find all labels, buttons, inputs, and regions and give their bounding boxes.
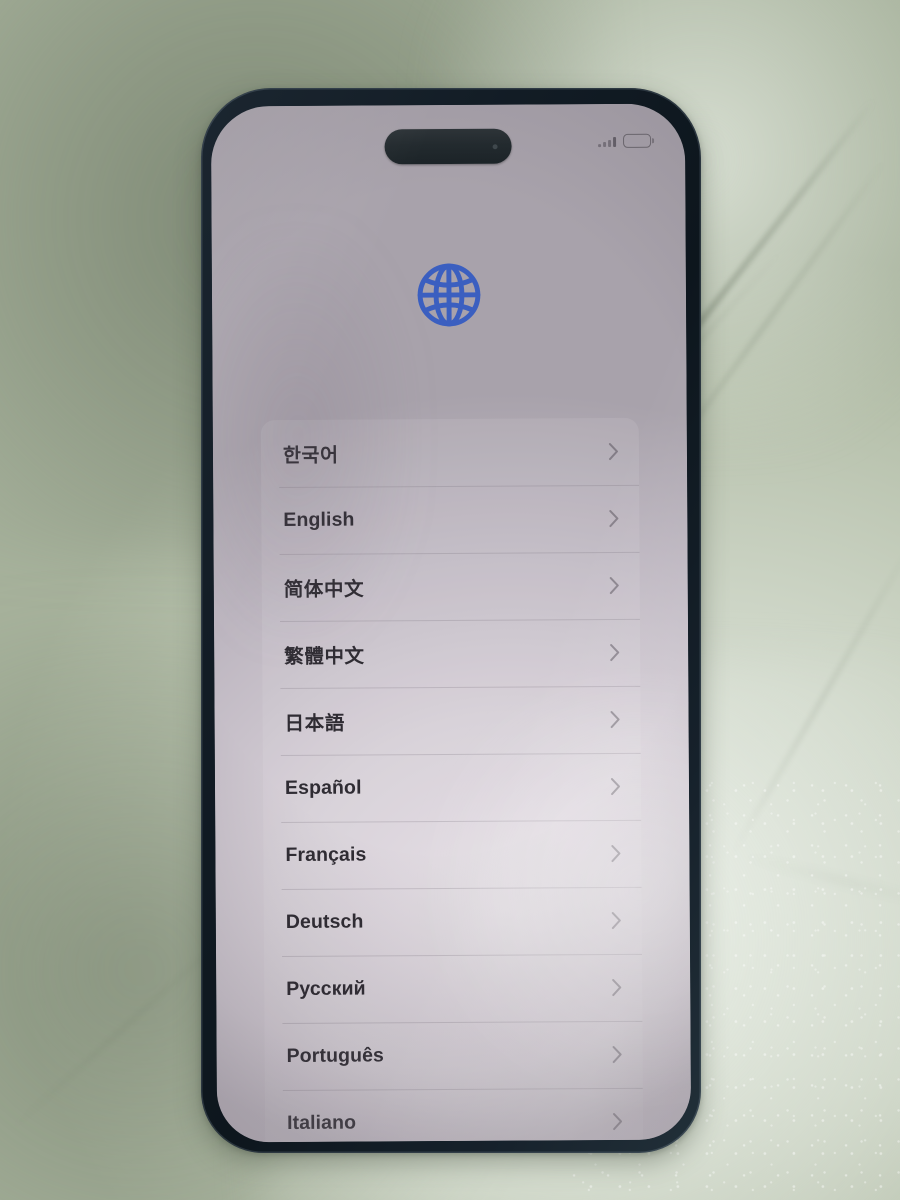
chevron-right-icon <box>609 576 620 595</box>
language-label: Português <box>286 1044 385 1068</box>
language-label: 한국어 <box>282 444 339 468</box>
photo-scene: 한국어 English 简体中文 繁體中文 日本語 Español França… <box>0 0 900 1200</box>
chevron-right-icon <box>612 1045 623 1064</box>
phone-screen: 한국어 English 简体中文 繁體中文 日本語 Español França… <box>210 103 692 1143</box>
language-label: Español <box>284 776 362 800</box>
chevron-right-icon <box>610 710 621 729</box>
chevron-right-icon <box>611 911 622 930</box>
chevron-right-icon <box>608 442 619 461</box>
status-bar-right <box>598 133 655 148</box>
chevron-right-icon <box>611 978 622 997</box>
language-label: Deutsch <box>285 910 364 934</box>
language-row-italian[interactable]: Italiano <box>265 1088 643 1143</box>
phone-device: 한국어 English 简体中文 繁體中文 日本語 Español França… <box>201 88 701 1153</box>
language-row-korean[interactable]: 한국어 <box>261 418 639 487</box>
language-label: Italiano <box>286 1111 357 1135</box>
language-row-simplified-chinese[interactable]: 简体中文 <box>262 552 640 621</box>
language-label: Français <box>285 843 367 867</box>
battery-icon <box>623 133 655 148</box>
chevron-right-icon <box>610 777 621 796</box>
language-label: English <box>283 508 355 532</box>
front-camera-icon <box>492 143 498 149</box>
language-row-spanish[interactable]: Español <box>263 753 641 822</box>
language-row-german[interactable]: Deutsch <box>264 887 642 956</box>
chevron-right-icon <box>612 1112 623 1131</box>
language-row-russian[interactable]: Русский <box>264 954 642 1023</box>
globe-icon <box>411 257 487 333</box>
language-label: 繁體中文 <box>284 645 365 669</box>
status-bar <box>211 104 685 169</box>
chevron-right-icon <box>608 509 619 528</box>
language-list: 한국어 English 简体中文 繁體中文 日本語 Español França… <box>260 417 644 1143</box>
dynamic-island <box>384 128 512 165</box>
language-label: 简体中文 <box>283 578 365 602</box>
signal-bars-icon <box>598 135 617 147</box>
language-row-portuguese[interactable]: Português <box>264 1021 642 1090</box>
chevron-right-icon <box>610 844 621 863</box>
language-row-japanese[interactable]: 日本語 <box>262 686 640 755</box>
language-row-french[interactable]: Français <box>263 820 641 889</box>
language-row-english[interactable]: English <box>261 485 639 554</box>
language-label: Русский <box>286 977 366 1001</box>
language-label: 日本語 <box>284 712 345 736</box>
chevron-right-icon <box>609 643 620 662</box>
language-row-traditional-chinese[interactable]: 繁體中文 <box>262 619 640 688</box>
battery-cap <box>652 138 655 144</box>
